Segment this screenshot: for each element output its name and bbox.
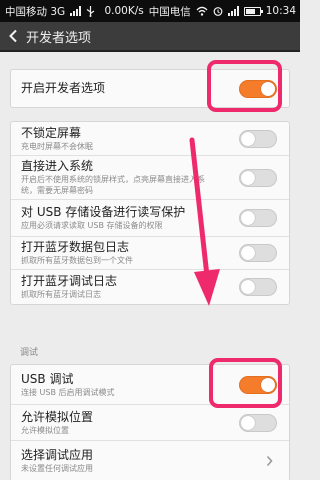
toggle-knob [261, 81, 275, 96]
list-item-debug-app[interactable]: 选择调试应用 未设置任何调试应用 [11, 441, 289, 480]
item-subtitle: 抓取所有蓝牙调试日志 [21, 290, 101, 299]
toggle-knob [241, 131, 255, 146]
page-title: 开发者选项 [26, 30, 92, 46]
item-subtitle-line2: 统，需要无屏幕密码 [21, 186, 93, 195]
item-title: 打开蓝牙调试日志 [21, 274, 118, 288]
title-bar: 开发者选项 [0, 22, 300, 52]
list-item-usb-debugging[interactable]: USB 调试 连接 USB 后启用调试模式 [11, 365, 289, 405]
settings-group-2: USB 调试 连接 USB 后启用调试模式 允许模拟位置 允许模拟位置 选择调试… [10, 364, 290, 480]
item-subtitle: 未设置任何调试应用 [21, 464, 93, 473]
item-title: 允许模拟位置 [21, 409, 94, 424]
alarm-icon [213, 6, 223, 16]
wifi-icon [196, 6, 208, 16]
signal-icon [70, 6, 82, 16]
item-title: 直接进入系统 [21, 159, 94, 173]
usb-icon [86, 5, 95, 17]
carrier2-label: 中国电信 [148, 5, 191, 18]
signal2-icon [227, 6, 239, 16]
skip-lockscreen-toggle[interactable] [239, 168, 277, 187]
list-item-keep-awake[interactable]: 不锁定屏幕 充电时屏幕不会休眠 [11, 122, 289, 156]
clock: 10:34 [265, 5, 296, 17]
toggle-knob [241, 415, 255, 430]
master-switch-label: 开启开发者选项 [21, 81, 106, 95]
carrier-label: 中国移动 3G [5, 5, 66, 18]
status-bar: 中国移动 3G 0.00K/s 中国电信 10:34 [0, 0, 300, 22]
bt-hci-log-toggle[interactable] [239, 244, 277, 262]
item-subtitle: 应用必须请求读取 USB 存储设备的权限 [21, 221, 163, 230]
network-speed: 0.00K/s [104, 5, 144, 17]
back-arrow-icon[interactable] [8, 29, 18, 43]
item-title: 对 USB 存储设备进行读写保护 [21, 205, 186, 219]
list-item-bt-hci-log[interactable]: 打开蓝牙数据包日志 抓取所有蓝牙数据包到一个文件 [11, 237, 289, 270]
bt-debug-log-toggle[interactable] [239, 278, 277, 296]
toggle-knob [261, 377, 275, 392]
master-switch-card: 开启开发者选项 [10, 69, 290, 108]
section-header-debug: 调试 [20, 348, 39, 358]
chevron-right-icon [266, 455, 273, 467]
list-item-skip-lockscreen[interactable]: 直接进入系统 开启后不使用系统的锁屏样式，点亮屏幕直接进入系 统，需要无屏幕密码 [11, 156, 289, 200]
list-item-mock-location[interactable]: 允许模拟位置 允许模拟位置 [11, 405, 289, 441]
mock-location-toggle[interactable] [239, 413, 277, 432]
battery-icon [243, 6, 263, 16]
item-subtitle: 允许模拟位置 [21, 425, 69, 435]
list-item-usb-storage-protect[interactable]: 对 USB 存储设备进行读写保护 应用必须请求读取 USB 存储设备的权限 [11, 200, 289, 237]
toggle-knob [241, 246, 255, 260]
item-subtitle: 连接 USB 后启用调试模式 [21, 387, 115, 397]
item-title: 不锁定屏幕 [21, 125, 82, 140]
toggle-knob [241, 211, 255, 225]
item-title: 打开蓝牙数据包日志 [21, 240, 130, 254]
toggle-knob [241, 280, 255, 294]
settings-group-1: 不锁定屏幕 充电时屏幕不会休眠 直接进入系统 开启后不使用系统的锁屏样式，点亮屏… [10, 121, 290, 305]
list-item-bt-debug-log[interactable]: 打开蓝牙调试日志 抓取所有蓝牙调试日志 [11, 270, 289, 304]
item-subtitle: 开启后不使用系统的锁屏样式，点亮屏幕直接进入系 [21, 175, 205, 184]
keep-awake-toggle[interactable] [239, 129, 277, 148]
item-title: 选择调试应用 [21, 448, 94, 462]
toggle-knob [241, 170, 255, 185]
item-title: USB 调试 [21, 371, 74, 386]
item-subtitle: 充电时屏幕不会休眠 [21, 141, 93, 151]
item-subtitle: 抓取所有蓝牙数据包到一个文件 [21, 256, 133, 265]
usb-debugging-toggle[interactable] [239, 375, 277, 394]
usb-storage-protect-toggle[interactable] [239, 209, 277, 227]
master-switch-row[interactable]: 开启开发者选项 [11, 70, 289, 107]
master-toggle[interactable] [239, 79, 277, 98]
